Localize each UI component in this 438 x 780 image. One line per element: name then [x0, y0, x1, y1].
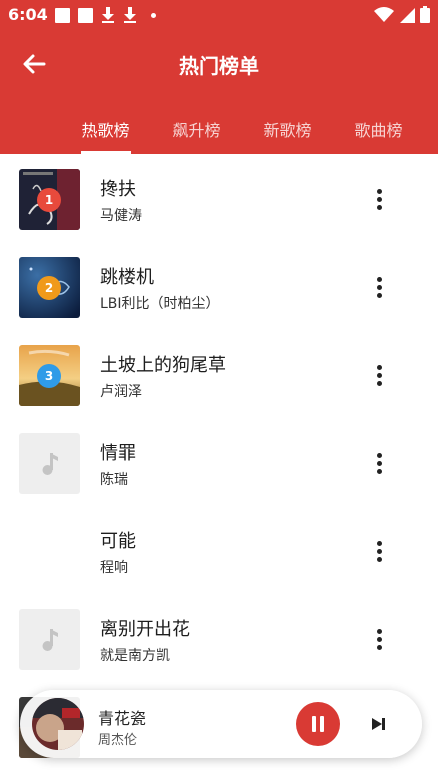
song-title: 土坡上的狗尾草: [100, 355, 226, 376]
song-title: 跳楼机: [100, 267, 154, 288]
tab-rising[interactable]: 飙升榜: [151, 112, 242, 154]
skip-next-icon[interactable]: [370, 714, 388, 734]
song-title: 搀扶: [100, 179, 136, 200]
album-cover: 3: [19, 345, 80, 406]
album-cover: 2: [19, 257, 80, 318]
download-icon: [101, 7, 115, 23]
signal-icon: [400, 7, 415, 23]
rank-badge: 3: [37, 364, 61, 388]
now-playing-title: 青花瓷: [98, 709, 147, 728]
status-bar: 6:04: [0, 0, 438, 30]
more-notifications-dot-icon: [151, 12, 156, 18]
notification-icon: [78, 7, 93, 23]
song-title: 情罪: [100, 443, 136, 464]
now-playing-cover: [32, 698, 84, 750]
song-row[interactable]: 离别开出花 就是南方凯: [0, 594, 438, 682]
pause-button[interactable]: [296, 702, 340, 746]
more-options-icon[interactable]: [369, 189, 389, 211]
status-time: 6:04: [8, 5, 48, 24]
song-artist: 程响: [100, 560, 128, 576]
song-list: 1 搀扶 马健涛 2 跳楼机 LBI利比（时柏尘） 3 土坡上的狗尾草 卢润泽 …: [0, 154, 438, 780]
song-row[interactable]: 情罪 陈瑞: [0, 418, 438, 506]
wifi-icon: [374, 6, 394, 22]
download-icon: [123, 7, 137, 23]
mini-player[interactable]: 青花瓷 周杰伦: [20, 690, 422, 758]
song-row[interactable]: 可能 程响: [0, 506, 438, 594]
more-options-icon[interactable]: [369, 453, 389, 475]
tab-hot-songs[interactable]: 热歌榜: [60, 112, 151, 154]
tab-song-chart[interactable]: 歌曲榜: [333, 112, 424, 154]
album-cover: 1: [19, 169, 80, 230]
rank-badge: 2: [37, 276, 61, 300]
song-row[interactable]: 2 跳楼机 LBI利比（时柏尘）: [0, 242, 438, 330]
song-artist: LBI利比（时柏尘）: [100, 296, 220, 312]
song-artist: 就是南方凯: [100, 648, 170, 664]
song-artist: 马健涛: [100, 208, 142, 224]
rank-badge: 1: [37, 188, 61, 212]
song-artist: 陈瑞: [100, 472, 128, 488]
album-cover-placeholder: [19, 433, 80, 494]
music-note-icon: [42, 452, 58, 475]
song-artist: 卢润泽: [100, 384, 142, 400]
app-bar: 热门榜单 热歌榜 飙升榜 新歌榜 歌曲榜: [0, 30, 438, 154]
song-title: 离别开出花: [100, 619, 190, 640]
song-title: 可能: [100, 531, 136, 552]
album-cover-placeholder: [19, 609, 80, 670]
page-title: 热门榜单: [179, 54, 259, 78]
more-options-icon[interactable]: [369, 277, 389, 299]
song-row[interactable]: 3 土坡上的狗尾草 卢润泽: [0, 330, 438, 418]
music-note-icon: [42, 628, 58, 651]
now-playing-artist: 周杰伦: [98, 733, 138, 748]
chart-tabs: 热歌榜 飙升榜 新歌榜 歌曲榜: [60, 112, 424, 154]
more-options-icon[interactable]: [369, 365, 389, 387]
battery-icon: [420, 6, 430, 23]
more-options-icon[interactable]: [369, 541, 389, 563]
song-row[interactable]: 1 搀扶 马健涛: [0, 154, 438, 242]
notification-icon: [55, 7, 70, 23]
more-options-icon[interactable]: [369, 629, 389, 651]
tab-new-songs[interactable]: 新歌榜: [242, 112, 333, 154]
